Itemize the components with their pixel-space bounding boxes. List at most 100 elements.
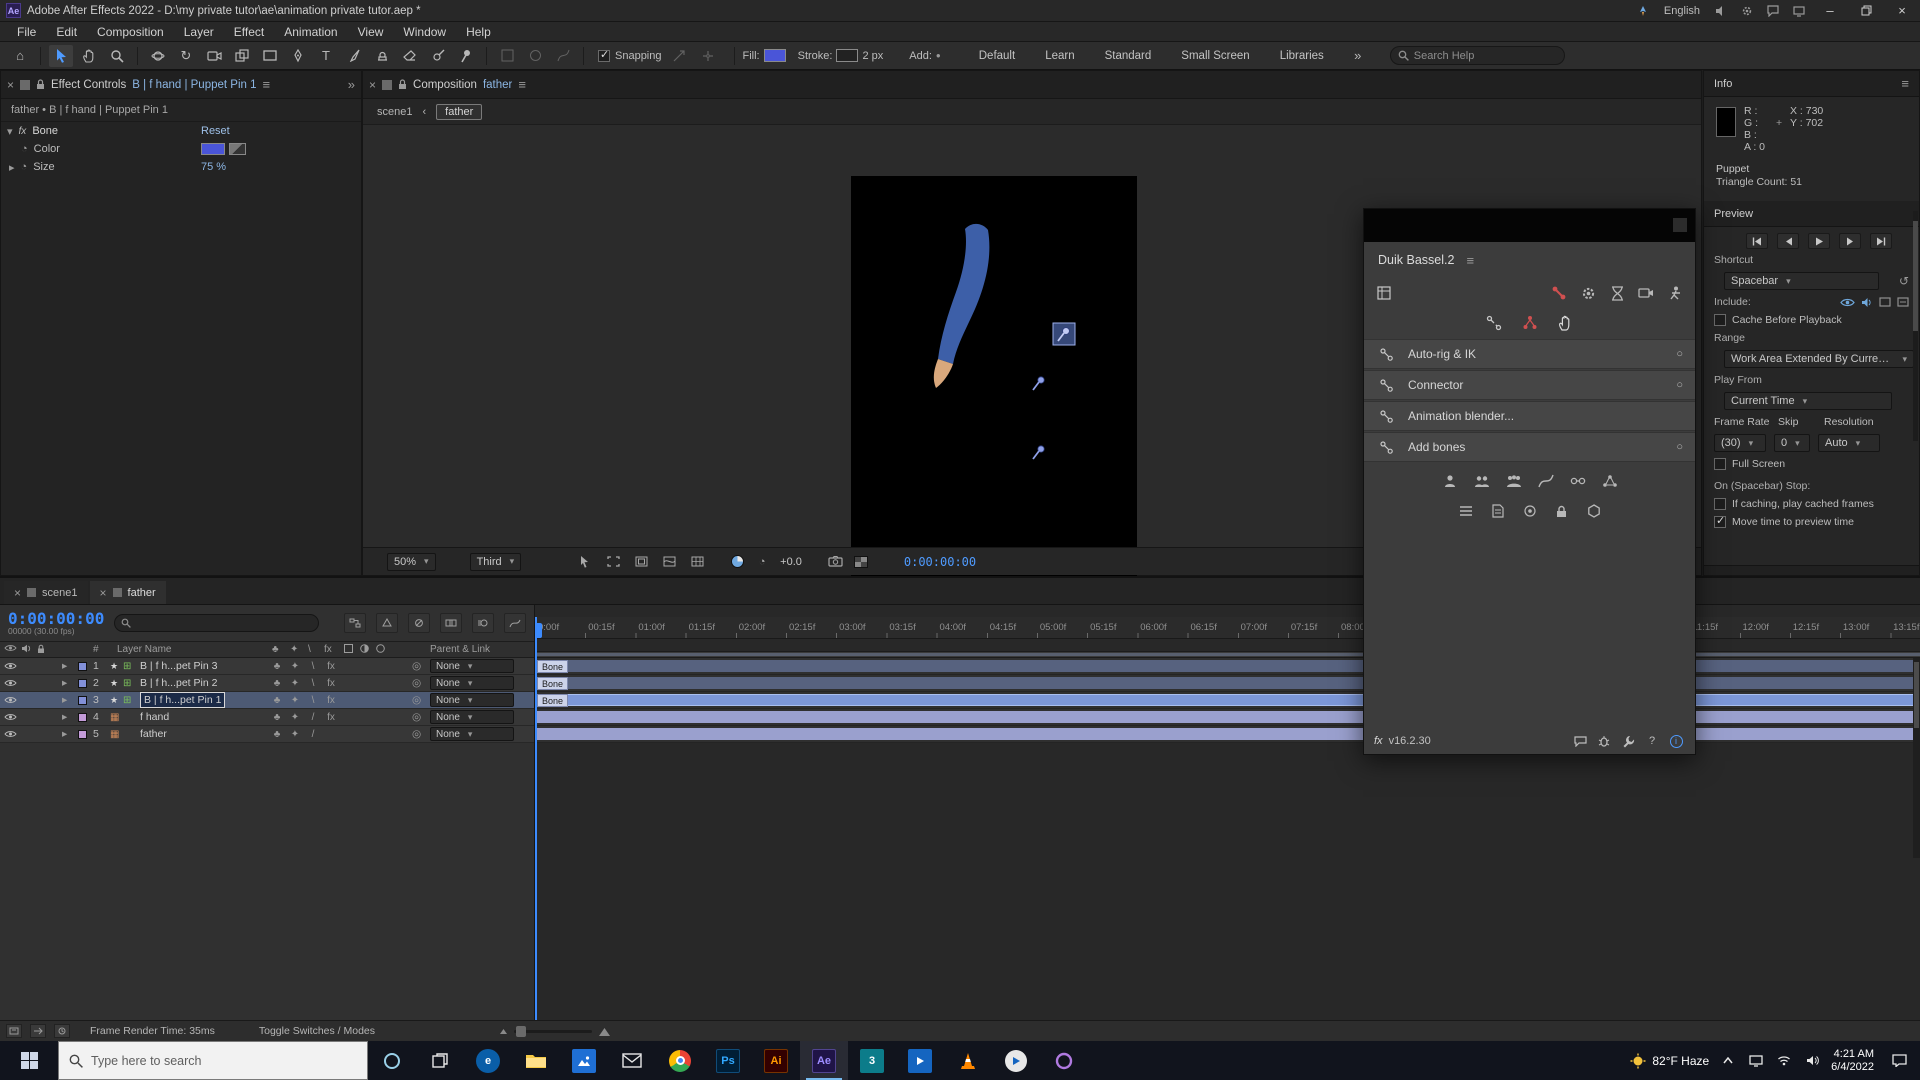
exposure-value[interactable]: +0.0 [780,556,802,568]
duik-lock-icon[interactable] [1552,501,1572,521]
color-picker-button[interactable] [229,143,246,155]
start-button[interactable] [0,1041,58,1080]
snap-option-2-icon[interactable] [696,45,720,67]
duik-menu-item[interactable]: Connector ○ [1364,370,1695,400]
taskbar-app-vlc[interactable] [944,1041,992,1080]
duik-walk-cycle-icon[interactable] [1665,283,1685,303]
taskbar-app-photoshop[interactable]: Ps [704,1041,752,1080]
effect-color-row[interactable]: ◔ Color [1,140,361,158]
add-menu-icon[interactable]: ● [936,51,941,60]
taskbar-app-after-effects[interactable]: Ae [800,1041,848,1080]
network-tray-icon[interactable] [1775,1052,1793,1070]
duik-structure-points-icon[interactable] [1520,313,1540,333]
shortcut-dropdown[interactable]: Spacebar▾ [1724,272,1879,290]
layer-duration-bar[interactable]: Bone [536,660,1920,672]
duik-rigging-icon[interactable] [1549,283,1569,303]
panel-menu-icon[interactable]: ≡ [263,77,271,92]
timeline-layer-row[interactable]: ▸ 2 ★ ⊞ B | f h...pet Pin 2 ♣✦\fx ◎ None… [0,675,534,692]
range-dropdown[interactable]: Work Area Extended By Current...▾ [1724,350,1914,368]
duik-link-icon[interactable] [1568,471,1588,491]
screen-icon[interactable] [1786,0,1812,22]
more-workspaces-chevrons[interactable]: » [1346,45,1370,67]
duik-menu-item[interactable]: Auto-rig & IK ○ [1364,339,1695,369]
duik-info-icon[interactable]: i [1667,732,1685,750]
parent-pickwhip-icon[interactable]: ◎ [412,709,421,726]
next-frame-button[interactable] [1839,233,1861,249]
expand-transfer-controls-icon[interactable] [6,1024,22,1038]
duik-target-icon[interactable] [1520,501,1540,521]
composition-tab[interactable]: Composition [413,79,477,91]
duik-item-option-circle[interactable]: ○ [1676,379,1683,391]
taskbar-app-movies[interactable] [896,1041,944,1080]
channel-color-icon[interactable] [731,555,744,568]
time-ruler[interactable]: 0:00f00:15f01:00f01:15f02:00f02:15f03:00… [535,617,1920,639]
timeline-tab[interactable]: × scene1 [4,581,88,604]
duik-menu-item[interactable]: Animation blender... [1364,401,1695,431]
hidden-icons-caret[interactable] [1719,1052,1737,1070]
language-indicator[interactable]: English [1664,5,1700,17]
layer-switches[interactable]: ♣✦\fx [268,675,398,692]
layer-twirl-icon[interactable]: ▸ [62,726,67,743]
reset-shortcut-icon[interactable]: ↺ [1899,274,1909,288]
breadcrumb-root[interactable]: scene1 [377,106,412,118]
move-time-checkbox[interactable] [1714,516,1726,528]
workspace-tab[interactable]: Default [979,50,1015,62]
preview-panel-header[interactable]: Preview [1704,201,1919,227]
color-property-swatch[interactable] [201,143,225,155]
layer-twirl-icon[interactable]: ▸ [62,675,67,692]
close-tab-icon[interactable]: × [14,586,21,600]
layer-label-color-chip[interactable] [78,679,87,688]
current-timecode[interactable]: 0:00:00:00 [8,611,104,626]
duik-notes-icon[interactable] [1488,501,1508,521]
duik-item-option-circle[interactable]: ○ [1676,441,1683,453]
layer-switches[interactable]: ♣✦/fx [268,709,398,726]
gpu-icon[interactable] [1630,0,1656,22]
snapshot-camera-icon[interactable] [826,553,846,571]
taskbar-weather[interactable]: 82°F Haze [1630,1053,1709,1069]
layer-twirl-icon[interactable]: ▸ [62,709,67,726]
layer-switches[interactable]: ♣✦\fx [268,658,398,675]
exposure-reset-icon[interactable]: ◔ [752,553,772,571]
include-layer-controls-icon[interactable] [1897,297,1909,307]
twirl-open-icon[interactable]: ▾ [7,125,13,138]
title-action-safe-icon[interactable] [631,553,651,571]
fill-swatch[interactable] [764,49,786,62]
layer-label-color-chip[interactable] [78,696,87,705]
layer-name[interactable]: B | f h...pet Pin 1 [140,692,225,708]
taskbar-app-edge[interactable]: e [464,1041,512,1080]
volume-tray-icon[interactable] [1803,1052,1821,1070]
parent-pickwhip-icon[interactable]: ◎ [412,726,421,743]
duik-tools-wrench-icon[interactable] [1619,732,1637,750]
restore-button[interactable] [1848,0,1884,22]
expand-inout-icon[interactable] [30,1024,46,1038]
layer-name[interactable]: f hand [140,709,169,726]
help-search-box[interactable] [1390,46,1565,65]
duik-group-icon[interactable] [1472,471,1492,491]
layer-name-column-header[interactable]: Layer Name [117,644,171,655]
parent-pickwhip-icon[interactable]: ◎ [412,692,421,709]
timeline-layer-row[interactable]: ▸ 4 ▦ f hand ♣✦/fx ◎ None▾ [0,709,534,726]
duik-menu-item[interactable]: Add bones ○ [1364,432,1695,462]
close-tab-icon[interactable]: × [100,586,107,600]
rotation-tool[interactable]: ↻ [174,45,198,67]
zoom-out-mountain-icon[interactable] [499,1027,508,1035]
duik-bug-report-icon[interactable] [1595,732,1613,750]
duik-list-icon[interactable] [1456,501,1476,521]
selection-tool[interactable] [49,45,73,67]
duik-settings-nodes-icon[interactable] [1584,501,1604,521]
taskbar-app-file-explorer[interactable] [512,1041,560,1080]
layer-duration-bar[interactable] [536,711,1920,723]
playhead-handle[interactable] [535,623,542,638]
layer-twirl-icon[interactable]: ▸ [62,658,67,675]
parent-link-dropdown[interactable]: None▾ [430,676,514,693]
menu-item[interactable]: View [349,25,393,39]
layer-name[interactable]: father [140,726,167,743]
layer-switches[interactable]: ♣✦\fx [268,692,398,709]
pan-behind-tool[interactable] [230,45,254,67]
timeline-vertical-scrollbar[interactable] [1913,658,1920,858]
motion-blur-icon[interactable] [472,613,494,633]
home-icon[interactable]: ⌂ [8,45,32,67]
composition-canvas[interactable] [851,176,1137,595]
brush-tool[interactable] [342,45,366,67]
stopwatch-icon[interactable]: ◔ [21,143,28,155]
